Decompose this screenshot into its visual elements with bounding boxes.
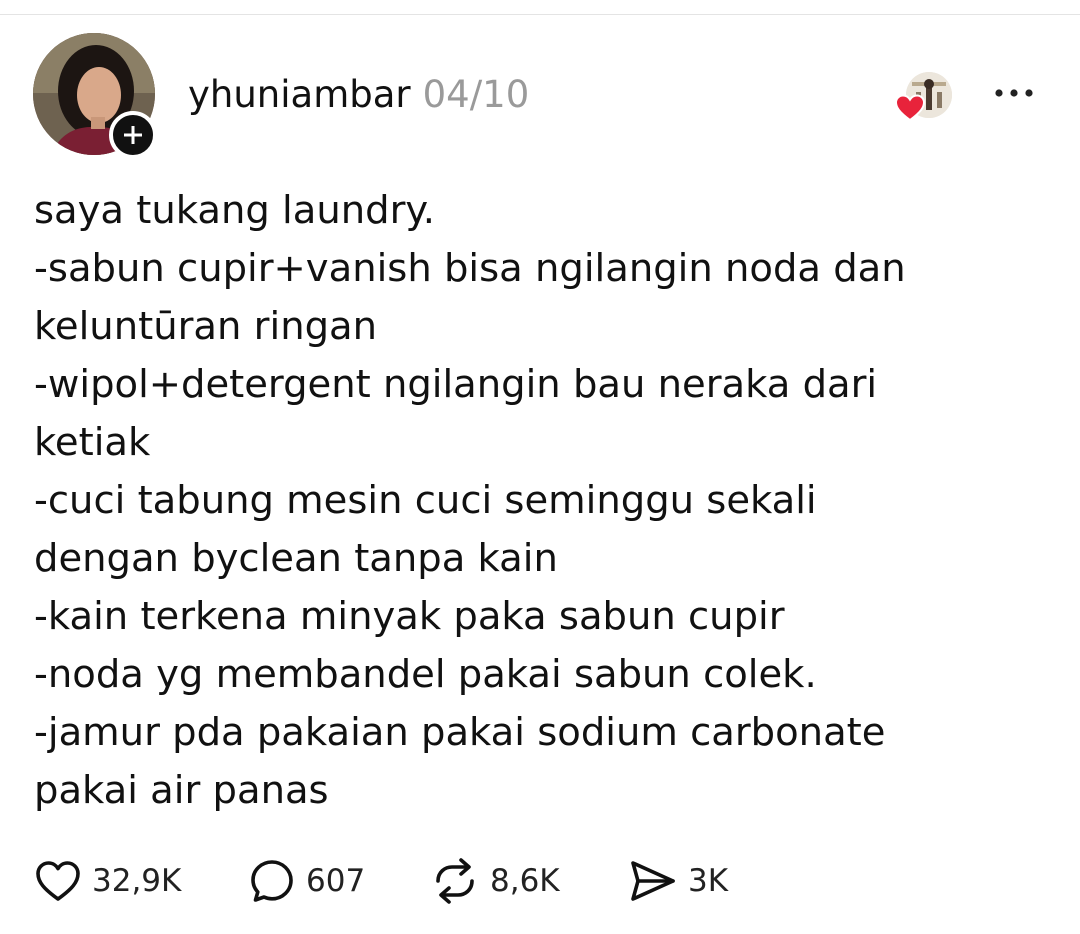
reply-button[interactable]: 607 bbox=[248, 852, 365, 910]
repost-count: 8,6K bbox=[490, 863, 560, 899]
post-body: saya tukang laundry. -sabun cupir+vanish… bbox=[34, 182, 1044, 820]
heart-badge-icon bbox=[895, 94, 925, 122]
post-text-line: saya tukang laundry. bbox=[34, 188, 435, 233]
post-text-line: -kain terkena minyak paka sabun cupir bbox=[34, 594, 785, 639]
post-text-line: -noda yg membandel pakai sabun colek. bbox=[34, 652, 817, 697]
heart-icon bbox=[36, 861, 80, 901]
post-text-line: dengan byclean tanpa kain bbox=[34, 536, 558, 581]
post-text-line: keluntūran ringan bbox=[34, 304, 378, 349]
post-text-line: -cuci tabung mesin cuci seminggu sekali bbox=[34, 478, 817, 523]
reply-count: 607 bbox=[306, 863, 366, 899]
share-count: 3K bbox=[688, 863, 729, 899]
like-count: 32,9K bbox=[92, 863, 182, 899]
post-text-line: ketiak bbox=[34, 420, 151, 465]
liked-by-avatar[interactable] bbox=[895, 72, 952, 122]
more-options-icon[interactable] bbox=[992, 82, 1036, 104]
post-header: yhuniambar 04/10 bbox=[188, 72, 529, 118]
post-text-line: -jamur pda pakaian pakai sodium carbonat… bbox=[34, 710, 886, 755]
follow-button[interactable] bbox=[109, 111, 157, 159]
post-date: 04/10 bbox=[422, 73, 530, 116]
post-text-line: -sabun cupir+vanish bisa ngilangin noda … bbox=[34, 246, 906, 291]
comment-bubble-icon bbox=[251, 860, 293, 902]
like-button[interactable]: 32,9K bbox=[34, 852, 181, 910]
post-text-line: -wipol+detergent ngilangin bau neraka da… bbox=[34, 362, 878, 407]
share-button[interactable]: 3K bbox=[628, 852, 728, 910]
plus-icon bbox=[124, 126, 142, 144]
username-link[interactable]: yhuniambar bbox=[188, 73, 411, 116]
repost-icon bbox=[436, 858, 474, 904]
top-divider bbox=[0, 14, 1080, 15]
post-text-line: pakai air panas bbox=[34, 768, 329, 813]
author-avatar-container[interactable] bbox=[33, 33, 157, 159]
repost-button[interactable]: 8,6K bbox=[430, 852, 560, 910]
action-bar: 32,9K 607 8,6K 3K bbox=[34, 852, 1034, 910]
send-icon bbox=[631, 861, 675, 901]
